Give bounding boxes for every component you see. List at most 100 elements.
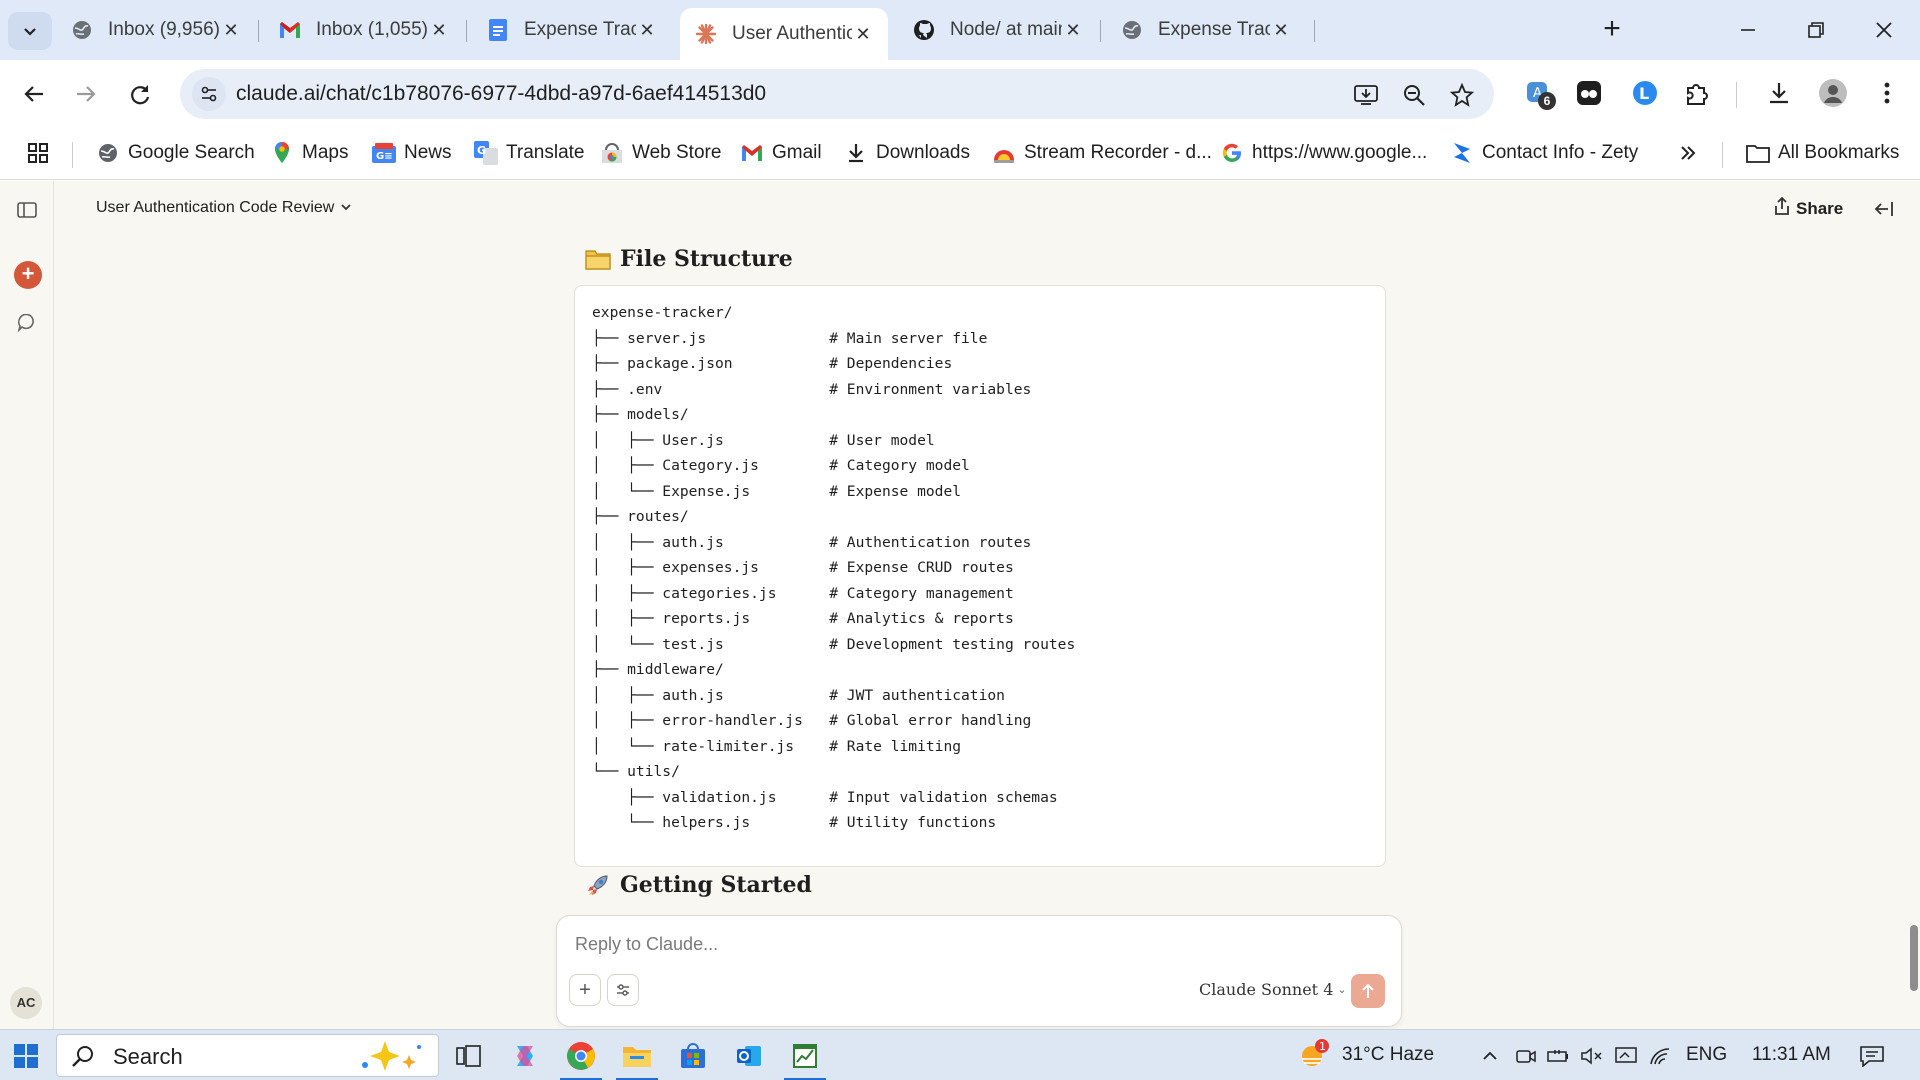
battery-plug-icon[interactable]	[1546, 1044, 1570, 1068]
send-button[interactable]	[1351, 974, 1385, 1008]
more-menu-icon[interactable]	[1870, 76, 1904, 110]
tab-expense-doc[interactable]: Expense Tracker - G ✕	[472, 8, 672, 52]
code-line: └── helpers.js # Utility functions	[592, 814, 997, 831]
bookmark-downloads[interactable]: Downloads	[844, 138, 970, 168]
search-chats-icon[interactable]	[12, 309, 42, 339]
arrow-right-icon	[77, 86, 96, 102]
close-icon[interactable]: ✕	[1270, 19, 1292, 41]
site-info-icon[interactable]	[192, 77, 226, 111]
chrome-taskbar-icon[interactable]	[560, 1037, 602, 1080]
add-attachment-button[interactable]: +	[569, 974, 601, 1006]
bookmark-label: Gmail	[772, 142, 822, 163]
bookmark-google-url[interactable]: https://www.google...	[1220, 138, 1427, 168]
reload-icon	[131, 85, 150, 105]
claude-app: + AC User Authentication Code Review Sha…	[0, 181, 1920, 1029]
task-view-icon[interactable]	[450, 1037, 488, 1075]
close-icon[interactable]: ✕	[852, 23, 874, 45]
new-chat-button[interactable]: +	[14, 261, 42, 289]
profile-avatar[interactable]	[1816, 76, 1850, 110]
bookmark-news[interactable]: G≡ News	[372, 138, 452, 168]
close-icon[interactable]: ✕	[1062, 19, 1084, 41]
close-icon[interactable]: ✕	[428, 19, 450, 41]
notepad-chart-icon[interactable]	[784, 1037, 826, 1080]
user-avatar[interactable]: AC	[10, 987, 42, 1019]
close-icon[interactable]: ✕	[636, 19, 658, 41]
extension-icon[interactable]	[1572, 76, 1606, 110]
back-button[interactable]	[14, 74, 54, 114]
copilot-icon[interactable]	[506, 1037, 544, 1075]
globe-icon	[70, 18, 94, 42]
tab-inbox-1[interactable]: Inbox (9,956) - anil ✕	[56, 8, 256, 52]
tab-search-button[interactable]	[8, 12, 52, 50]
clock[interactable]: 11:31 AM	[1752, 1044, 1831, 1066]
svg-text:G: G	[477, 144, 486, 157]
chevron-down-icon	[340, 201, 352, 216]
tab-title: Expense Tracker	[1158, 19, 1270, 40]
reply-composer[interactable]: Reply to Claude... + Claude Sonnet 4 ⌄	[556, 915, 1402, 1027]
bookmark-stream-recorder[interactable]: Stream Recorder - d...	[992, 138, 1212, 168]
bookmark-maps[interactable]: Maps	[270, 138, 348, 168]
outlook-icon[interactable]	[730, 1037, 768, 1075]
bookmark-star-icon[interactable]	[1448, 81, 1476, 109]
code-line: │ └── rate-limiter.js # Rate limiting	[592, 737, 962, 755]
tab-user-auth-active[interactable]: User Authenticatio ✕	[680, 8, 888, 60]
language-indicator[interactable]: ENG	[1686, 1044, 1727, 1066]
puzzle-icon[interactable]	[1680, 76, 1714, 110]
bookmark-gmail[interactable]: Gmail	[740, 138, 822, 168]
camera-icon[interactable]	[1514, 1044, 1538, 1068]
restore-button[interactable]	[1796, 10, 1836, 50]
address-bar[interactable]: claude.ai/chat/c1b78076-6977-4dbd-a97d-6…	[180, 69, 1494, 119]
share-button[interactable]: Share	[1774, 196, 1843, 220]
all-bookmarks-button[interactable]: All Bookmarks	[1746, 138, 1899, 168]
start-button[interactable]	[14, 1044, 38, 1068]
forward-button[interactable]	[66, 74, 106, 114]
tab-inbox-2[interactable]: Inbox (1,055) - anil ✕	[264, 8, 464, 52]
new-tab-button[interactable]: +	[1596, 14, 1628, 46]
file-explorer-icon[interactable]	[616, 1037, 658, 1080]
close-icon[interactable]: ✕	[220, 19, 242, 41]
tab-title: Inbox (1,055) - anil	[316, 19, 428, 40]
extension-icon[interactable]: A 6	[1522, 76, 1556, 110]
bookmark-label: Stream Recorder - d...	[1024, 142, 1212, 163]
taskbar-search[interactable]: Search	[56, 1034, 439, 1077]
minimize-button[interactable]	[1728, 10, 1768, 50]
chevron-up-icon[interactable]	[1478, 1044, 1502, 1068]
bookmark-google-search[interactable]: Google Search	[96, 138, 255, 168]
reload-button[interactable]	[120, 74, 160, 114]
tab-github-node[interactable]: Node/ at main · an ✕	[898, 8, 1098, 52]
tab-expense-tracker[interactable]: Expense Tracker ✕	[1106, 8, 1306, 52]
screen-cast-icon[interactable]	[1614, 1044, 1638, 1068]
tools-button[interactable]	[607, 974, 639, 1006]
reply-input[interactable]: Reply to Claude...	[575, 934, 718, 955]
microsoft-store-icon[interactable]	[674, 1037, 712, 1075]
notifications-icon[interactable]	[1858, 1044, 1886, 1068]
news-icon: G≡	[372, 141, 396, 165]
wifi-icon[interactable]	[1648, 1044, 1672, 1068]
code-block: expense-tracker/ ├── server.js # Main se…	[574, 285, 1386, 867]
page-scrollbar[interactable]	[1910, 925, 1918, 991]
install-app-icon[interactable]	[1352, 81, 1380, 109]
bookmark-translate[interactable]: G Translate	[474, 138, 585, 168]
plus-icon: +	[579, 978, 591, 1001]
bookmarks-overflow-button[interactable]	[1676, 138, 1708, 168]
apps-grid-button[interactable]	[26, 138, 58, 168]
bookmark-web-store[interactable]: Web Store	[600, 138, 721, 168]
weather-text[interactable]: 31°C Haze	[1342, 1044, 1434, 1066]
translate-icon: G	[474, 141, 498, 165]
zoom-icon[interactable]	[1400, 81, 1428, 109]
heading-text: Getting Started	[620, 872, 812, 898]
weather-icon[interactable]: 1	[1298, 1038, 1330, 1070]
sidebar-toggle-icon[interactable]	[12, 195, 42, 225]
code-line: ├── models/	[592, 406, 689, 423]
extension-badge: 6	[1538, 92, 1556, 110]
extension-icon[interactable]: L	[1628, 76, 1662, 110]
speaker-muted-icon[interactable]	[1580, 1044, 1604, 1068]
bookmark-zety[interactable]: Contact Info - Zety	[1450, 138, 1638, 168]
close-window-button[interactable]	[1864, 10, 1904, 50]
share-icon	[1774, 196, 1790, 220]
url-text[interactable]: claude.ai/chat/c1b78076-6977-4dbd-a97d-6…	[236, 82, 766, 106]
downloads-icon[interactable]	[1762, 76, 1796, 110]
collapse-panel-icon[interactable]	[1872, 197, 1896, 221]
model-selector[interactable]: Claude Sonnet 4 ⌄	[1199, 980, 1347, 999]
chat-title-dropdown[interactable]: User Authentication Code Review	[96, 199, 352, 217]
